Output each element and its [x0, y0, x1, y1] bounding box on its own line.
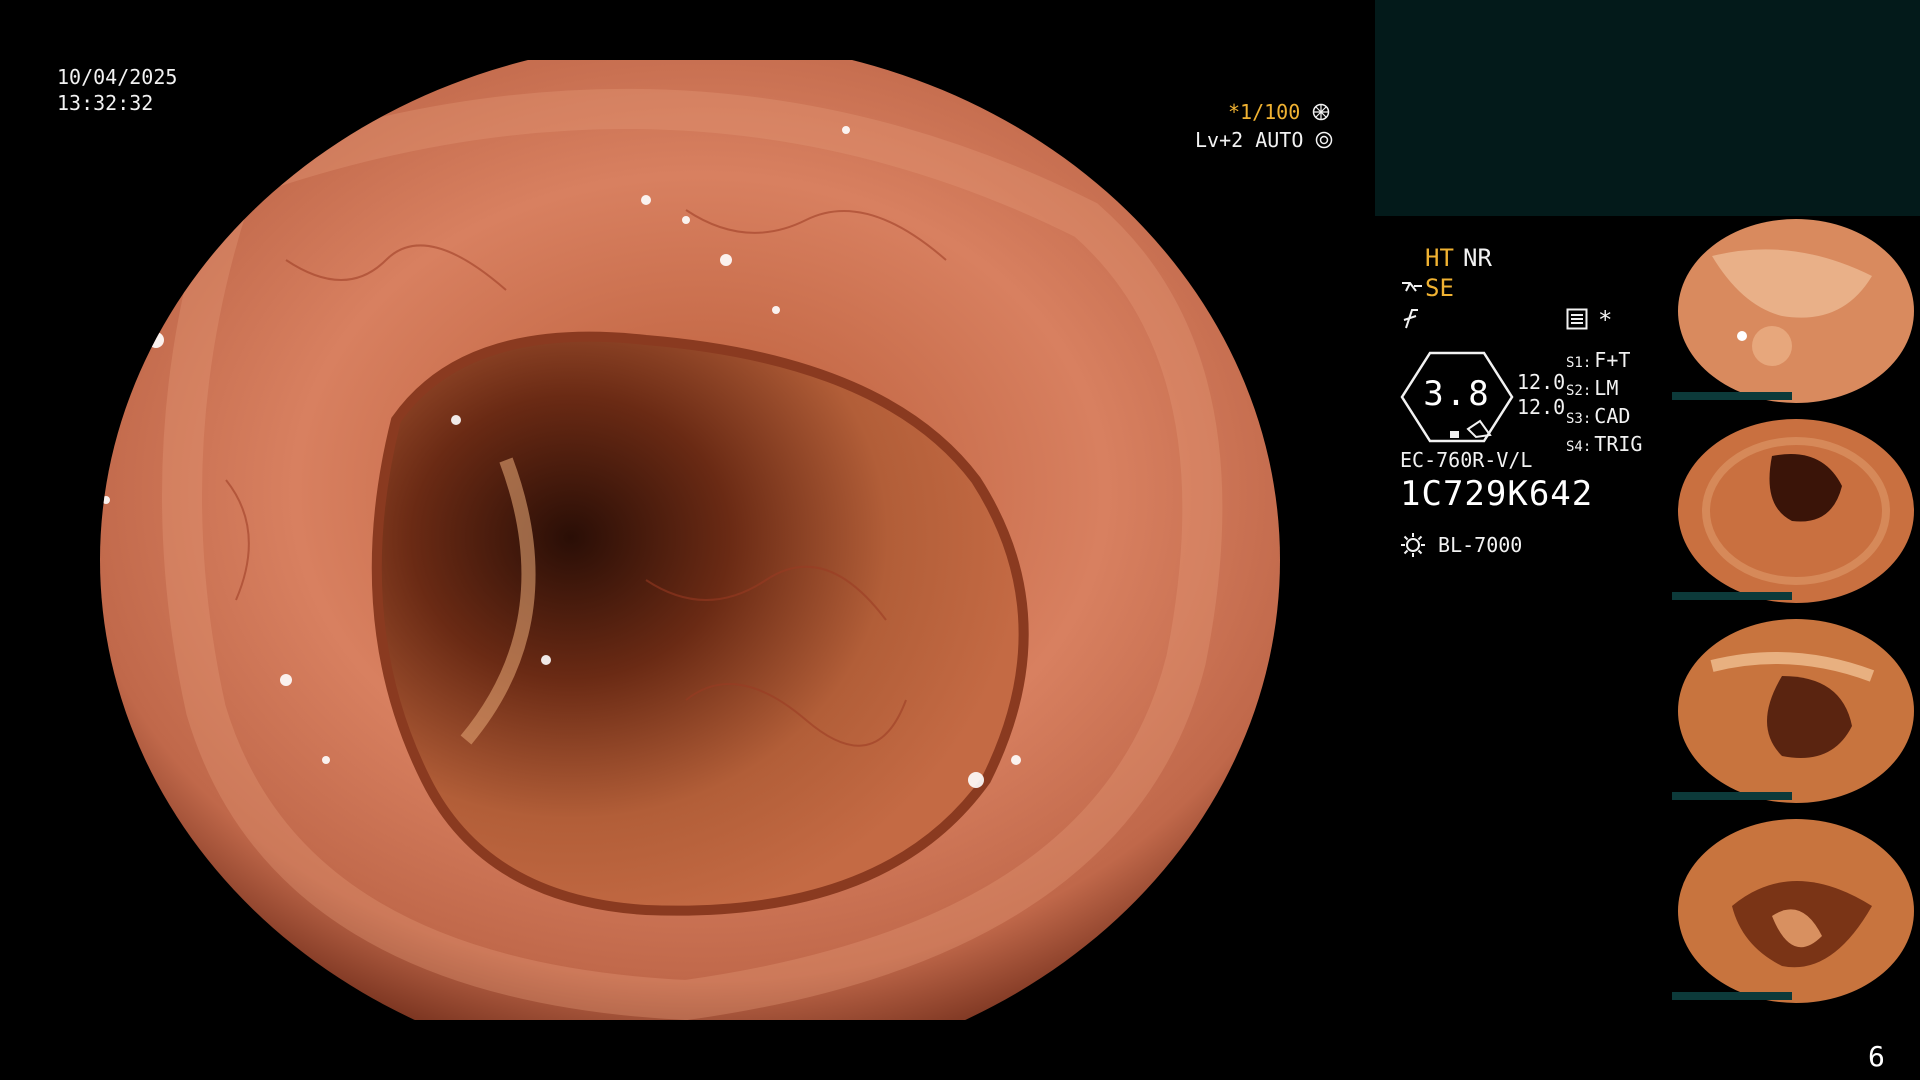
switch-assignments: S1: F+T S2: LM S3: CAD S4: TRIG — [1566, 348, 1642, 460]
date-time-readout: 10/04/2025 13:32:32 — [57, 64, 177, 116]
shutter-wheel-icon — [1313, 103, 1330, 121]
brightness-value: 3.8 — [1423, 374, 1491, 414]
scope-angle-icon — [1402, 282, 1422, 292]
mode-se: SE — [1425, 274, 1454, 302]
page-number: 6 — [1868, 1040, 1885, 1073]
auto-iris-icon — [1316, 131, 1333, 149]
record-icon — [1566, 308, 1588, 330]
light-source: BL-7000 — [1400, 532, 1522, 558]
light-bulb-icon — [1401, 533, 1425, 557]
switch-3: S3: CAD — [1566, 404, 1631, 428]
thumbnail-image — [1678, 419, 1914, 603]
info-panel-header — [1375, 0, 1920, 216]
thumbnail-bar — [1672, 792, 1792, 800]
switch-1: S1: F+T — [1566, 348, 1631, 372]
colon-lumen-image — [100, 60, 1280, 1020]
mode-ht: HT — [1425, 244, 1454, 272]
thumbnail-bar — [1672, 592, 1792, 600]
switch-4: S4: TRIG — [1566, 432, 1643, 456]
freeze-icon — [1403, 309, 1418, 329]
thumbnail-bar — [1672, 992, 1792, 1000]
thumbnail-1[interactable] — [1672, 216, 1920, 406]
endoscopy-main-view — [86, 60, 1314, 1020]
thumbnail-2[interactable] — [1672, 416, 1920, 606]
thumbnail-image — [1678, 619, 1914, 803]
level-text: Lv+2 AUTO — [1195, 128, 1304, 152]
date-text: 10/04/2025 — [57, 65, 178, 89]
switch-2: S2: LM — [1566, 376, 1619, 400]
scope-model: EC-760R-V/L — [1400, 448, 1533, 472]
time-text: 13:32:32 — [57, 91, 154, 115]
shutter-speed: *1/100 — [1228, 100, 1330, 124]
gauge-line-2: 12.0 — [1517, 395, 1566, 419]
thumbnail-4[interactable] — [1672, 816, 1920, 1006]
thumbnail-image — [1678, 819, 1914, 1003]
light-source-text: BL-7000 — [1438, 533, 1523, 557]
record-asterisk: * — [1598, 306, 1613, 334]
gauge-readouts: 12.0 12.0 — [1517, 370, 1565, 420]
gauge-line-1: 12.0 — [1517, 370, 1566, 394]
iris-level: Lv+2 AUTO — [1195, 128, 1333, 152]
scope-serial: 1C729K642 — [1400, 474, 1594, 514]
thumbnail-3[interactable] — [1672, 616, 1920, 806]
thumbnail-bar — [1672, 392, 1792, 400]
mode-nr: NR — [1463, 244, 1492, 272]
thumbnail-image — [1678, 219, 1914, 403]
shutter-text: *1/100 — [1228, 100, 1301, 124]
